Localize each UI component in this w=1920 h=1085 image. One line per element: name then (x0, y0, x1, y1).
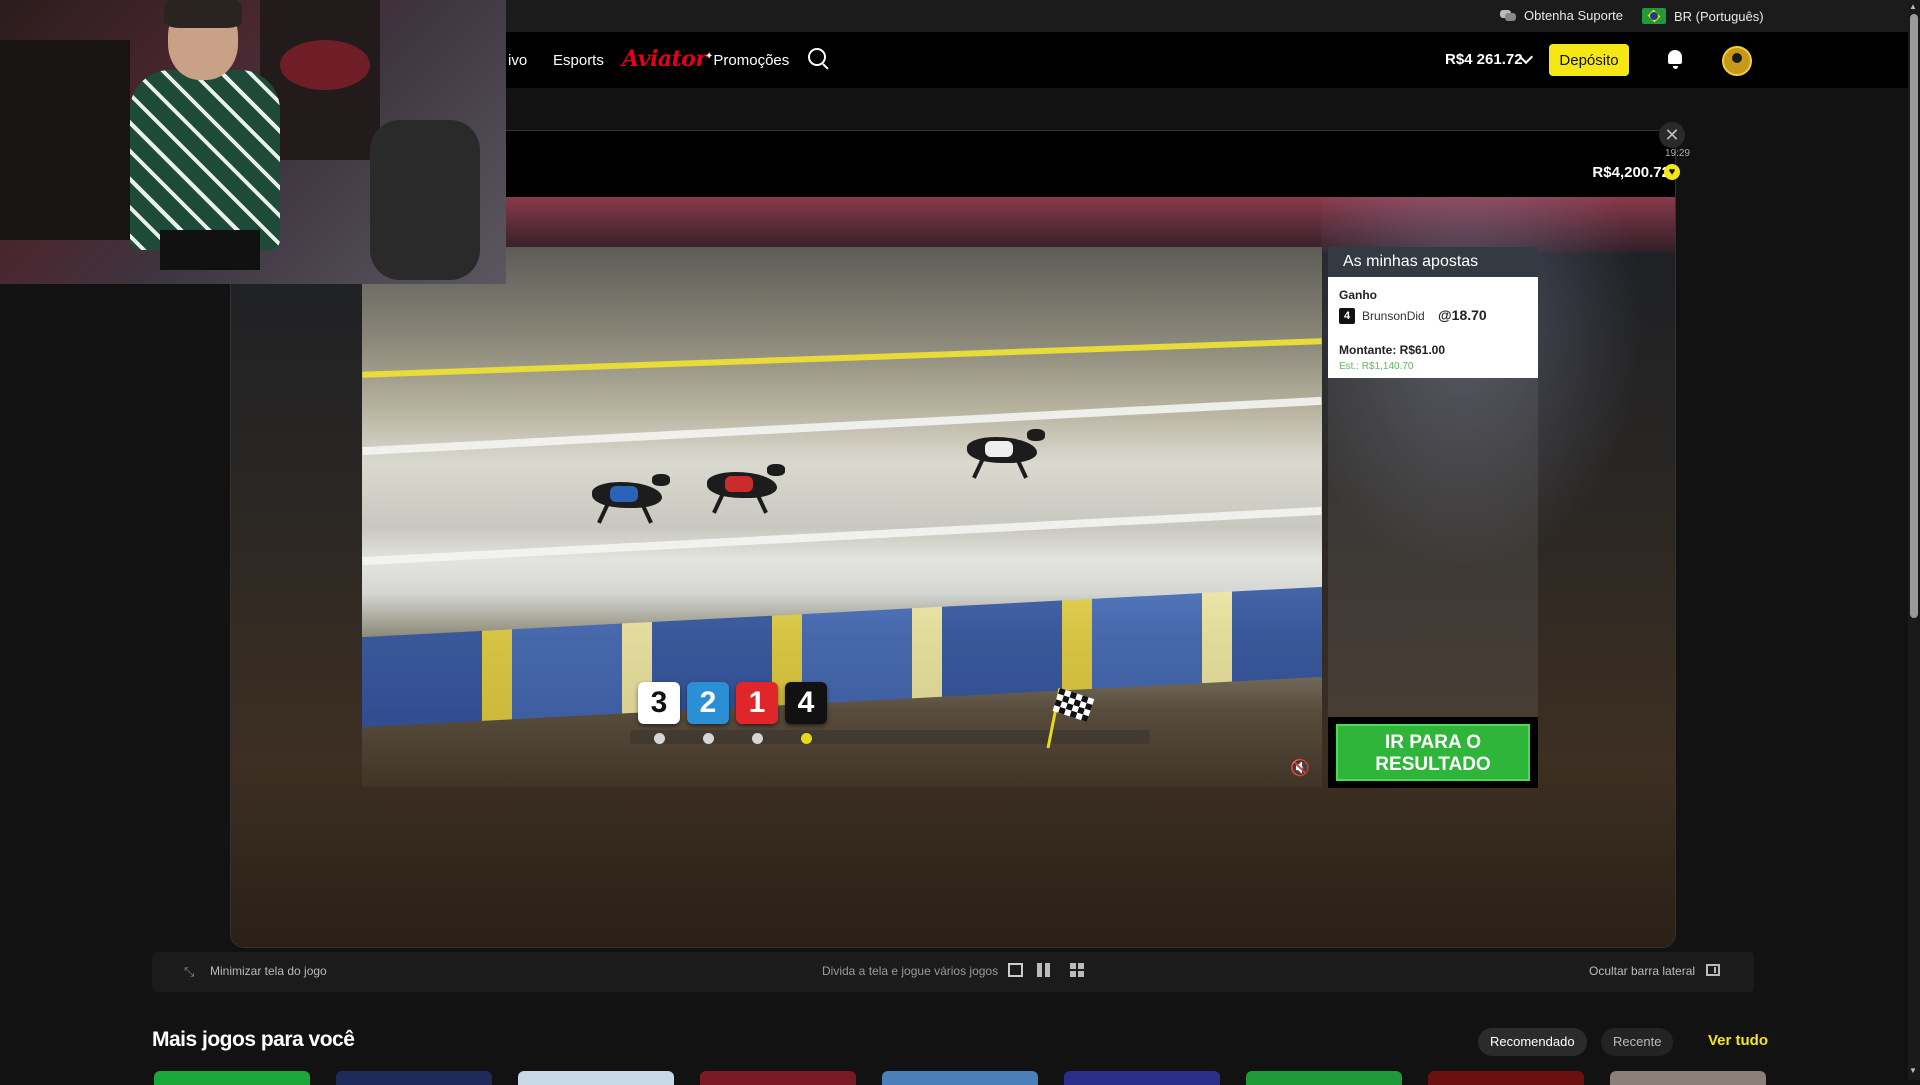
promo-star-icon: ✦ (705, 51, 714, 62)
scrollbar-thumb[interactable] (1910, 14, 1918, 618)
track-fence (362, 396, 1322, 456)
search-icon[interactable] (808, 48, 826, 66)
split-two-view-icon[interactable] (1036, 963, 1052, 977)
race-position-trap: 1 (736, 682, 778, 724)
deposit-button[interactable]: Depósito (1549, 44, 1629, 76)
tab-recent[interactable]: Recente (1601, 1028, 1674, 1056)
single-view-icon[interactable] (1008, 963, 1023, 977)
minimize-game-label[interactable]: Minimizar tela do jogo (210, 964, 327, 978)
bet-trap-badge: 4 (1339, 308, 1355, 324)
game-thumbnail[interactable] (1428, 1071, 1584, 1085)
support-label: Obtenha Suporte (1524, 8, 1624, 23)
game-clock: 19:29 (1664, 148, 1690, 159)
game-thumbnail[interactable] (1246, 1071, 1402, 1085)
race-progress-dot (752, 733, 763, 744)
track-barrier-stripe (362, 586, 1322, 728)
webcam-shelf (0, 40, 130, 240)
race-position-trap: 2 (687, 682, 729, 724)
game-thumbnail[interactable] (700, 1071, 856, 1085)
nav-live-link[interactable]: ivo (508, 52, 527, 69)
webcam-person-shorts (160, 230, 260, 270)
greyhound-blue (592, 474, 670, 524)
race-positions: 3214 (638, 682, 827, 724)
race-video[interactable] (362, 247, 1322, 787)
language-selector[interactable]: BR (Português) (1642, 8, 1764, 24)
language-label: BR (Português) (1674, 8, 1764, 24)
webcam-person (130, 70, 280, 250)
game-thumbnail[interactable] (1610, 1071, 1766, 1085)
see-all-link[interactable]: Ver tudo (1708, 1032, 1768, 1049)
bet-amount: Montante: R$61.00 (1339, 343, 1446, 357)
game-thumbnail[interactable] (154, 1071, 310, 1085)
nav-esports-link[interactable]: Esports (553, 52, 604, 69)
webcam-person-hair (164, 0, 242, 28)
race-progress-dot (654, 733, 665, 744)
chat-icon (1500, 9, 1516, 22)
go-to-result-button[interactable]: IR PARA O RESULTADO (1336, 724, 1530, 781)
split-four-view-icon[interactable] (1070, 963, 1086, 977)
mute-icon[interactable]: 🔇 (1290, 758, 1316, 778)
game-balance: R$4,200.72 (1592, 164, 1670, 181)
game-thumbnail[interactable] (336, 1071, 492, 1085)
more-games-title: Mais jogos para você (152, 1028, 355, 1051)
game-thumbnail[interactable] (882, 1071, 1038, 1085)
nav-aviator-logo[interactable]: Aviator (622, 46, 707, 72)
brazil-flag-icon (1642, 8, 1666, 24)
favorite-icon[interactable]: ♥ (1664, 164, 1680, 180)
race-progress-dot (703, 733, 714, 744)
bet-odds: @18.70 (1438, 307, 1487, 323)
bet-type: Ganho (1339, 288, 1377, 302)
sidebar-toggle-icon[interactable] (1706, 964, 1720, 976)
game-thumbnail[interactable] (1064, 1071, 1220, 1085)
bell-icon[interactable] (1668, 50, 1682, 69)
scroll-down-icon[interactable]: ▼ (1909, 1066, 1917, 1075)
profile-avatar[interactable] (1722, 46, 1752, 76)
race-position-trap: 3 (638, 682, 680, 724)
nav-promotions-link[interactable]: ✦Promoções (705, 51, 790, 69)
bet-runner-name: BrunsonDid (1362, 309, 1425, 323)
my-bets-title: As minhas apostas (1328, 247, 1538, 277)
scroll-up-icon[interactable]: ▲ (1909, 2, 1917, 11)
track-fence (362, 506, 1322, 566)
support-link[interactable]: Obtenha Suporte (1500, 8, 1623, 23)
race-position-trap: 4 (785, 682, 827, 724)
minimize-icon[interactable]: ⤡ (184, 964, 198, 979)
hide-sidebar-label[interactable]: Ocultar barra lateral (1589, 964, 1695, 978)
race-progress-dot (801, 733, 812, 744)
tab-recommended[interactable]: Recomendado (1478, 1028, 1587, 1056)
split-screen-label: Divida a tela e jogue vários jogos (822, 964, 999, 978)
nav-promotions-label: Promoções (713, 52, 790, 69)
greyhound-red (707, 464, 785, 514)
bet-estimated-return: Est.: R$1,140.70 (1339, 361, 1414, 372)
webcam-chair (370, 120, 480, 280)
checkered-flag-icon (1046, 687, 1095, 749)
streamer-webcam (0, 0, 506, 284)
game-thumbnail[interactable] (518, 1071, 674, 1085)
webcam-red-light (280, 40, 370, 90)
account-balance[interactable]: R$4 261.72 (1445, 51, 1523, 68)
track-rail (362, 338, 1322, 378)
greyhound-white (967, 429, 1045, 479)
close-game-button[interactable]: ✕ (1659, 122, 1685, 148)
